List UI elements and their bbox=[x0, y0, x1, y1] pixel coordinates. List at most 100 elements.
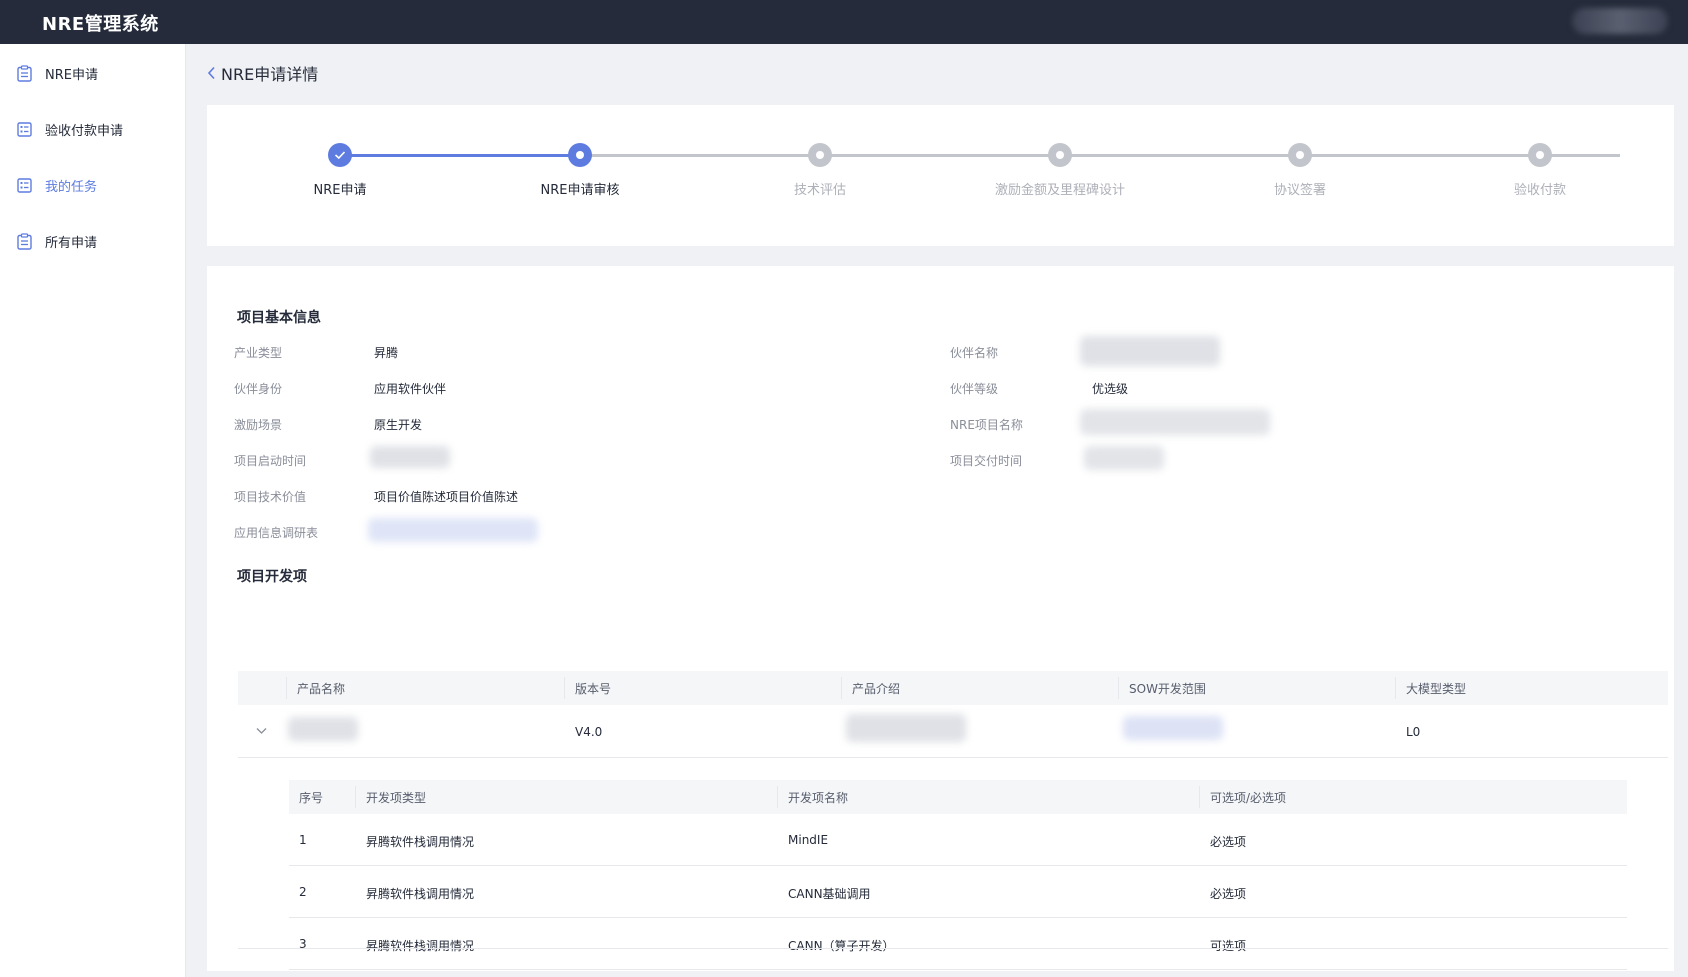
column-divider bbox=[564, 677, 565, 699]
step-tech-eval: 技术评估 bbox=[700, 143, 940, 198]
chevron-left-icon bbox=[207, 66, 215, 80]
table-header: 产品名称 版本号 产品介绍 SOW开发范围 大模型类型 bbox=[238, 671, 1668, 705]
info-value: 优选级 bbox=[1092, 382, 1129, 396]
info-label: 伙伴名称 bbox=[950, 346, 999, 360]
chevron-down-icon[interactable] bbox=[256, 727, 267, 735]
column-divider bbox=[355, 786, 356, 808]
back-link[interactable]: NRE申请详情 bbox=[207, 62, 318, 84]
progress-steps: NRE申请 NRE申请审核 技术评估 激励金额及里程碑设计 协议签署 验收付款 bbox=[207, 105, 1674, 246]
column-header: 序号 bbox=[299, 791, 324, 805]
sidebar-item-all-applications[interactable]: 所有申请 bbox=[0, 221, 186, 261]
section-title-basic-info: 项目基本信息 bbox=[237, 310, 321, 326]
table-row: 1 昇腾软件栈调用情况 MindIE 必选项 bbox=[289, 814, 1627, 866]
model-type-cell: L0 bbox=[1406, 725, 1421, 739]
info-label: 应用信息调研表 bbox=[234, 526, 319, 540]
dev-item-name: CANN（算子开发） bbox=[788, 939, 895, 953]
info-label: 项目启动时间 bbox=[234, 454, 307, 468]
step-label: 验收付款 bbox=[1513, 183, 1566, 198]
row-number: 2 bbox=[299, 885, 307, 899]
redacted-value bbox=[1080, 409, 1270, 435]
info-label: 项目交付时间 bbox=[950, 454, 1023, 468]
column-divider bbox=[777, 786, 778, 808]
step-nre-apply: NRE申请 bbox=[220, 143, 460, 198]
dev-item-requirement: 必选项 bbox=[1210, 835, 1247, 849]
main-content: NRE申请详情 NRE申请 NRE申请审核 技术评估 激励金额及里程碑设计 协议… bbox=[207, 44, 1674, 977]
info-value: 昇腾 bbox=[374, 346, 399, 360]
task-list-icon bbox=[17, 177, 32, 194]
redacted-product-intro bbox=[846, 714, 966, 742]
top-bar: NRE管理系统 bbox=[0, 0, 1688, 44]
pending-step-icon bbox=[1288, 143, 1312, 167]
column-header: 产品名称 bbox=[297, 682, 346, 696]
redacted-value bbox=[1084, 446, 1164, 470]
step-agreement: 协议签署 bbox=[1180, 143, 1420, 198]
info-value: 应用软件伙伴 bbox=[374, 382, 447, 396]
redacted-value bbox=[370, 446, 450, 468]
column-divider bbox=[1199, 786, 1200, 808]
dev-item-requirement: 必选项 bbox=[1210, 887, 1247, 901]
table-row: V4.0 L0 bbox=[238, 705, 1668, 758]
sidebar-item-label: NRE申请 bbox=[45, 67, 98, 83]
column-divider bbox=[286, 677, 287, 699]
step-label: 激励金额及里程碑设计 bbox=[994, 183, 1125, 198]
step-acceptance-payment: 验收付款 bbox=[1420, 143, 1660, 198]
step-nre-review: NRE申请审核 bbox=[460, 143, 700, 198]
sidebar-item-label: 所有申请 bbox=[45, 235, 98, 251]
column-header: 产品介绍 bbox=[852, 682, 901, 696]
sidebar-item-label: 验收付款申请 bbox=[45, 123, 124, 139]
info-label: 产业类型 bbox=[234, 346, 283, 360]
sidebar-item-label: 我的任务 bbox=[45, 179, 98, 195]
table-row: 2 昇腾软件栈调用情况 CANN基础调用 必选项 bbox=[289, 866, 1627, 918]
page-title: NRE申请详情 bbox=[221, 65, 319, 84]
redacted-product-name bbox=[288, 717, 358, 741]
sidebar: NRE申请 验收付款申请 我的任务 所有申请 bbox=[0, 44, 186, 977]
dev-item-name: MindIE bbox=[788, 833, 829, 847]
dev-item-type: 昇腾软件栈调用情况 bbox=[366, 835, 475, 849]
info-label: NRE项目名称 bbox=[950, 418, 1023, 432]
info-label: 激励场景 bbox=[234, 418, 283, 432]
current-step-icon bbox=[568, 143, 592, 167]
clipboard-icon bbox=[17, 64, 32, 82]
detail-card: 项目基本信息 产业类型 昇腾 伙伴身份 应用软件伙伴 激励场景 原生开发 项目启… bbox=[207, 266, 1674, 971]
clipboard-icon bbox=[17, 232, 32, 250]
column-divider bbox=[1395, 677, 1396, 699]
column-header: 开发项类型 bbox=[366, 791, 427, 805]
app-title: NRE管理系统 bbox=[42, 14, 159, 35]
step-label: 技术评估 bbox=[793, 183, 846, 198]
sidebar-item-my-tasks[interactable]: 我的任务 bbox=[0, 165, 186, 205]
redacted-value bbox=[1080, 336, 1220, 366]
column-header: 可选项/必选项 bbox=[1210, 791, 1287, 805]
column-header: 大模型类型 bbox=[1406, 682, 1467, 696]
table-row: 3 昇腾软件栈调用情况 CANN（算子开发） 可选项 bbox=[289, 918, 1627, 970]
info-value: 原生开发 bbox=[374, 418, 423, 432]
section-title-dev-items: 项目开发项 bbox=[237, 569, 307, 585]
user-avatar[interactable] bbox=[1572, 8, 1668, 34]
column-header: 开发项名称 bbox=[788, 791, 849, 805]
row-number: 1 bbox=[299, 833, 307, 847]
check-icon bbox=[328, 143, 352, 167]
pending-step-icon bbox=[808, 143, 832, 167]
info-label: 伙伴等级 bbox=[950, 382, 999, 396]
dev-item-type: 昇腾软件栈调用情况 bbox=[366, 939, 475, 953]
info-value: 项目价值陈述项目价值陈述 bbox=[374, 490, 519, 504]
survey-file-link[interactable] bbox=[368, 518, 538, 542]
dev-item-requirement: 可选项 bbox=[1210, 939, 1247, 953]
column-divider bbox=[841, 677, 842, 699]
info-label: 伙伴身份 bbox=[234, 382, 283, 396]
sidebar-item-acceptance-payment[interactable]: 验收付款申请 bbox=[0, 109, 186, 149]
version-cell: V4.0 bbox=[575, 725, 603, 739]
dev-item-name: CANN基础调用 bbox=[788, 887, 871, 901]
step-incentive-design: 激励金额及里程碑设计 bbox=[940, 143, 1180, 198]
column-header: 版本号 bbox=[575, 682, 612, 696]
divider bbox=[238, 948, 1668, 949]
dev-item-type: 昇腾软件栈调用情况 bbox=[366, 887, 475, 901]
column-header: SOW开发范围 bbox=[1129, 682, 1206, 696]
table-header: 序号 开发项类型 开发项名称 可选项/必选项 bbox=[289, 780, 1627, 814]
info-label: 项目技术价值 bbox=[234, 490, 307, 504]
redacted-sow-scope bbox=[1123, 716, 1223, 740]
pending-step-icon bbox=[1528, 143, 1552, 167]
column-divider bbox=[1118, 677, 1119, 699]
pending-step-icon bbox=[1048, 143, 1072, 167]
step-label: 协议签署 bbox=[1273, 183, 1326, 198]
sidebar-item-nre-apply[interactable]: NRE申请 bbox=[0, 53, 186, 93]
